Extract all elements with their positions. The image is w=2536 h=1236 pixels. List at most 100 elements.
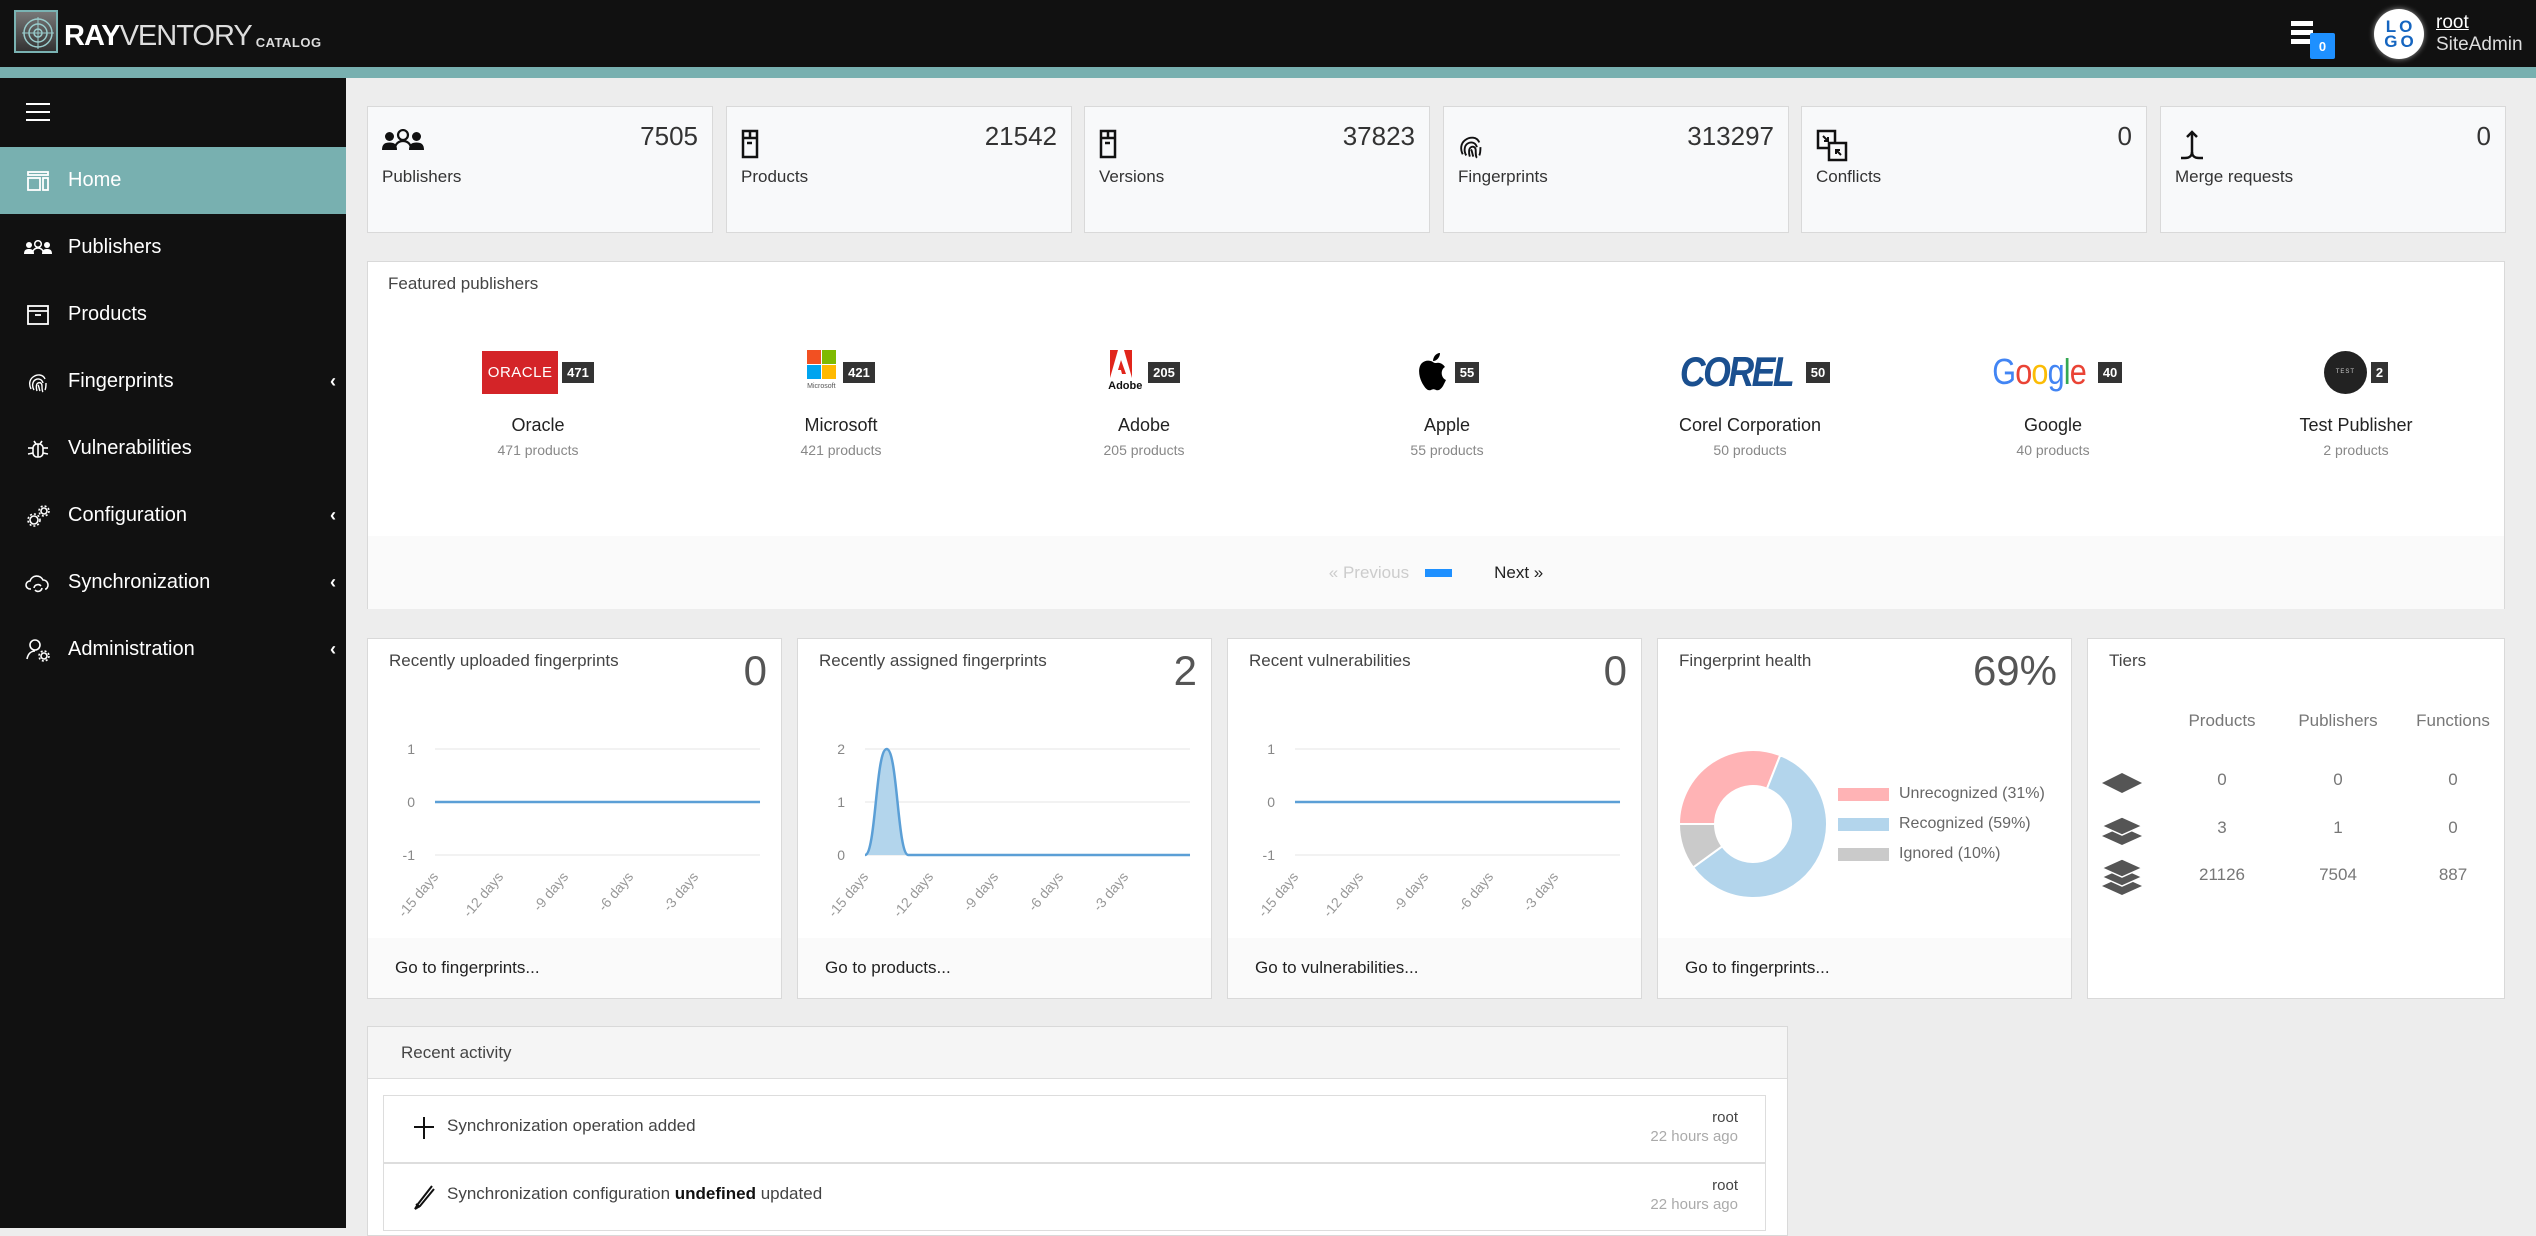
legend-swatch <box>1838 788 1889 801</box>
publisher-name: Oracle <box>438 415 638 436</box>
go-to-vulnerabilities-link[interactable]: Go to vulnerabilities... <box>1228 938 1641 998</box>
stat-label: Publishers <box>382 167 461 187</box>
y-tick-label: -1 <box>1263 847 1276 863</box>
publisher-google[interactable]: Google 40 Google 40 products <box>1953 347 2153 458</box>
sidebar-item-publishers[interactable]: Publishers <box>0 214 346 281</box>
widget-recently-assigned: Recently assigned fingerprints 2 210-15 … <box>797 638 1212 999</box>
widget-tiers: Tiers Products Publishers Functions 0 0 … <box>2087 638 2505 999</box>
activity-item[interactable]: Synchronization operation added root 22 … <box>383 1095 1766 1163</box>
sidebar-item-products[interactable]: Products <box>0 281 346 348</box>
sidebar-item-synchronization[interactable]: Synchronization ‹ <box>0 549 346 616</box>
radar-icon <box>14 10 58 53</box>
publisher-products: 2 products <box>2256 442 2456 458</box>
x-tick-label: -3 days <box>1520 869 1562 914</box>
publisher-oracle[interactable]: ORACLE 471 Oracle 471 products <box>438 347 638 458</box>
widget-title: Tiers <box>2109 651 2146 671</box>
notification-badge: 0 <box>2310 33 2335 59</box>
stat-card-publishers[interactable]: 7505 Publishers <box>367 106 713 233</box>
next-page-button[interactable]: Next » <box>1494 563 1543 583</box>
tiers-column-header: Publishers <box>2283 711 2393 731</box>
publisher-adobe[interactable]: Adobe 205 Adobe 205 products <box>1044 347 1244 458</box>
tier-cell: 0 <box>2398 770 2508 790</box>
sidebar-item-home[interactable]: Home <box>0 147 346 214</box>
activity-user: root <box>1650 1176 1738 1195</box>
sidebar-item-administration[interactable]: Administration ‹ <box>0 616 346 683</box>
sidebar-item-label: Vulnerabilities <box>68 437 192 460</box>
publisher-products: 40 products <box>1953 442 2153 458</box>
publisher-corel[interactable]: COREL 50 Corel Corporation 50 products <box>1650 347 1850 458</box>
test-publisher-logo: TEST <box>2324 351 2367 394</box>
y-tick-label: 0 <box>407 794 415 810</box>
stat-label: Fingerprints <box>1458 167 1548 187</box>
widget-title: Recently assigned fingerprints <box>819 651 1047 671</box>
publisher-name: Apple <box>1347 415 1547 436</box>
widget-value: 2 <box>1174 647 1197 695</box>
publisher-microsoft[interactable]: Microsoft 421 Microsoft 421 products <box>741 347 941 458</box>
brand-name: RAYVENTORY <box>64 22 252 53</box>
stat-card-fingerprints[interactable]: 313297 Fingerprints <box>1443 106 1789 233</box>
widget-title: Recent vulnerabilities <box>1249 651 1411 671</box>
sidebar: Home Publishers Products Fingerprints ‹ … <box>0 78 346 1228</box>
top-bar: RAYVENTORY CATALOG 0 LO GO root SiteAdmi… <box>0 0 2536 67</box>
x-tick-label: -12 days <box>460 869 507 920</box>
stat-label: Conflicts <box>1816 167 1881 187</box>
app-logo[interactable]: RAYVENTORY CATALOG <box>14 10 322 53</box>
user-info: root SiteAdmin <box>2436 12 2523 56</box>
sidebar-item-vulnerabilities[interactable]: Vulnerabilities <box>0 415 346 482</box>
sidebar-item-label: Administration <box>68 638 195 661</box>
activity-meta: root 22 hours ago <box>1650 1176 1738 1214</box>
go-to-fingerprints-link[interactable]: Go to fingerprints... <box>1658 938 2071 998</box>
google-logo: Google <box>1992 350 2086 394</box>
x-tick-label: -15 days <box>395 869 442 920</box>
widget-recently-uploaded: Recently uploaded fingerprints 0 10-1-15… <box>367 638 782 999</box>
stat-card-products[interactable]: 21542 Products <box>726 106 1072 233</box>
x-tick-label: -9 days <box>530 869 572 914</box>
cloud-sync-icon <box>24 570 52 596</box>
chevron-left-icon: ‹ <box>330 505 336 526</box>
avatar-text-bottom: GO <box>2384 34 2416 49</box>
avatar[interactable]: LO GO <box>2374 9 2424 59</box>
sidebar-item-label: Products <box>68 303 147 326</box>
publisher-apple[interactable]: 55 Apple 55 products <box>1347 347 1547 458</box>
y-tick-label: 1 <box>407 741 415 757</box>
sidebar-item-configuration[interactable]: Configuration ‹ <box>0 482 346 549</box>
publisher-count-badge: 50 <box>1806 362 1830 383</box>
corel-logo: COREL <box>1680 350 1792 394</box>
stat-value: 37823 <box>1343 121 1415 152</box>
stat-card-conflicts[interactable]: 0 Conflicts <box>1801 106 2147 233</box>
box-icon <box>741 129 781 169</box>
publisher-test[interactable]: TEST 2 Test Publisher 2 products <box>2256 347 2456 458</box>
y-tick-label: 2 <box>837 741 845 757</box>
activity-text-part: Synchronization configuration <box>447 1184 675 1203</box>
page-indicator-1[interactable] <box>1425 569 1452 577</box>
publisher-name: Adobe <box>1044 415 1244 436</box>
legend-label: Recognized (59%) <box>1899 815 2031 833</box>
activity-time: 22 hours ago <box>1650 1195 1738 1214</box>
notifications-button[interactable]: 0 <box>2288 20 2328 60</box>
box-icon <box>24 302 52 328</box>
activity-item[interactable]: Synchronization configuration undefined … <box>383 1163 1766 1231</box>
sidebar-item-fingerprints[interactable]: Fingerprints ‹ <box>0 348 346 415</box>
publisher-count-badge: 2 <box>2371 362 2388 383</box>
publisher-name: Microsoft <box>741 415 941 436</box>
stat-card-merge-requests[interactable]: 0 Merge requests <box>2160 106 2506 233</box>
stat-card-versions[interactable]: 37823 Versions <box>1084 106 1430 233</box>
adobe-logo: Adobe <box>1108 350 1144 394</box>
user-role: SiteAdmin <box>2436 34 2523 56</box>
publisher-name: Test Publisher <box>2256 415 2456 436</box>
fingerprint-icon <box>24 369 52 395</box>
x-tick-label: -12 days <box>1320 869 1367 920</box>
tier-cell: 21126 <box>2167 865 2277 885</box>
legend-item: Unrecognized (31%) <box>1838 779 2045 809</box>
user-name-link[interactable]: root <box>2436 12 2523 34</box>
activity-user: root <box>1650 1108 1738 1127</box>
menu-toggle-icon[interactable] <box>26 103 50 123</box>
header-accent-strip <box>0 67 2536 78</box>
tiers-column-header: Products <box>2167 711 2277 731</box>
oracle-logo: ORACLE <box>482 351 558 394</box>
home-icon <box>24 168 52 194</box>
go-to-products-link[interactable]: Go to products... <box>798 938 1211 998</box>
go-to-fingerprints-link[interactable]: Go to fingerprints... <box>368 938 781 998</box>
x-tick-label: -3 days <box>660 869 702 914</box>
previous-page-button[interactable]: « Previous <box>1329 563 1409 583</box>
